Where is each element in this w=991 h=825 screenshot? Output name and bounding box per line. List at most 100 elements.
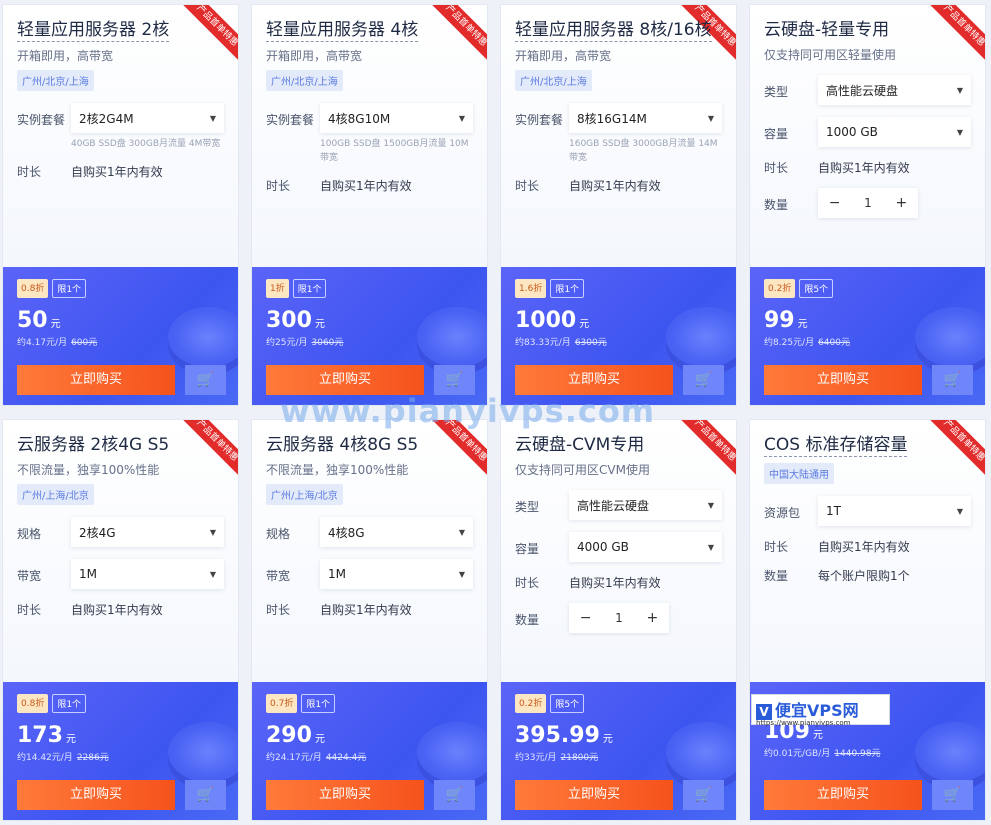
product-card: 产品首单特惠 COS 标准存储容量 中国大陆通用 资源包 1T ▼ 时长 自购买1年内有效 数量… [749,419,986,821]
original-price: 1440.98元 [834,749,881,759]
cart-icon: 🛒 [694,787,713,803]
card-config: 云服务器 2核4G S5 不限流量，独享100%性能 广州/上海/北京 规格 2核4G ▼… [3,420,238,683]
badges: 1.6折 限1个 [515,279,724,298]
config-select[interactable]: 2核2G4M ▼ [71,103,224,133]
config-select[interactable]: 8核16G14M ▼ [569,103,722,133]
config-description: 40GB SSD盘 300GB月流量 4M带宽 [71,139,221,149]
add-to-cart-button[interactable]: 🛒 [434,780,475,810]
limit-badge: 限5个 [550,694,585,713]
buy-now-button[interactable]: 立即购买 [266,365,424,395]
add-to-cart-button[interactable]: 🛒 [185,365,226,395]
watermark-text: www.pianyivps.com [280,392,656,430]
cart-icon: 🛒 [943,787,962,803]
config-select[interactable]: 4核8G ▼ [320,517,473,547]
region-tag: 中国大陆通用 [764,463,834,484]
action-buttons: 立即购买 🛒 [266,365,475,395]
select-value: 1M [328,567,346,581]
badges: 0.8折 限1个 [17,279,226,298]
add-to-cart-button[interactable]: 🛒 [185,780,226,810]
discount-badge: 0.8折 [17,279,49,298]
select-value: 2核4G [79,525,116,540]
decor-disc-graphic [666,307,736,367]
config-label: 数量 [764,198,789,212]
cart-icon: 🛒 [445,372,464,388]
config-label: 类型 [764,85,789,99]
config-select[interactable]: 4核8G10M ▼ [320,103,473,133]
product-card: 产品首单特惠 轻量应用服务器 2核 开箱即用，高带宽 广州/北京/上海 实例套餐 2核2G… [2,4,239,406]
region-tag: 广州/上海/北京 [266,484,343,505]
region-tag: 广州/北京/上海 [266,70,343,91]
config-select[interactable]: 高性能云硬盘 ▼ [818,75,971,105]
minus-button[interactable]: − [569,610,602,626]
chevron-down-icon: ▼ [458,113,465,123]
config-select[interactable]: 1M ▼ [320,559,473,589]
card-title: 云硬盘-CVM专用 [515,435,645,455]
buy-now-button[interactable]: 立即购买 [17,780,175,810]
quantity-stepper: −1 + [818,188,918,218]
buy-now-button[interactable]: 立即购买 [515,780,673,810]
config-row: 时长 自购买1年内有效 [17,601,224,618]
quantity-value[interactable]: 1 [851,196,884,210]
add-to-cart-button[interactable]: 🛒 [434,365,475,395]
decor-disc-graphic [417,307,487,367]
logo-mark-icon: V [756,704,772,720]
original-price: 21800元 [560,753,599,763]
limit-badge: 限1个 [292,279,327,298]
chevron-down-icon: ▼ [707,113,714,123]
chevron-down-icon: ▼ [458,569,465,579]
config-select[interactable]: 4000 GB ▼ [569,532,722,562]
buy-now-button[interactable]: 立即购买 [17,365,175,395]
minus-button[interactable]: − [818,195,851,211]
config-row: 数量 −1 + [515,603,722,633]
config-label: 时长 [764,540,789,554]
product-card: 产品首单特惠 云硬盘-轻量专用 仅支持同可用区轻量使用 类型 高性能云硬盘 ▼ 容量 1000… [749,4,986,406]
cart-icon: 🛒 [445,787,464,803]
card-config: COS 标准存储容量 中国大陆通用 资源包 1T ▼ 时长 自购买1年内有效 数量 每个账户限购… [750,420,985,683]
decor-disc-graphic [915,722,985,782]
config-select[interactable]: 1M ▼ [71,559,224,589]
quantity-value[interactable]: 1 [602,611,635,625]
add-to-cart-button[interactable]: 🛒 [932,365,973,395]
price-unit: 元 [812,730,823,741]
badges: 1折 限1个 [266,279,475,298]
decor-disc-graphic [666,722,736,782]
config-label: 数量 [515,613,540,627]
discount-badge: 0.7折 [266,694,298,713]
add-to-cart-button[interactable]: 🛒 [932,780,973,810]
quantity-stepper: −1 + [569,603,669,633]
select-value: 1M [79,567,97,581]
card-subtitle: 不限流量，独享100%性能 [17,463,160,477]
select-value: 8核16G14M [577,111,647,126]
card-subtitle: 不限流量，独享100%性能 [266,463,409,477]
add-to-cart-button[interactable]: 🛒 [683,365,724,395]
price-value: 1000 [515,308,577,333]
card-config: 云服务器 4核8G S5 不限流量，独享100%性能 广州/上海/北京 规格 4核8G ▼… [252,420,487,683]
plus-button[interactable]: + [885,195,918,211]
config-row: 数量 每个账户限购1个 [764,567,971,584]
config-select[interactable]: 高性能云硬盘 ▼ [569,490,722,520]
decor-disc-graphic [915,307,985,367]
buy-now-button[interactable]: 立即购买 [764,365,922,395]
config-label: 资源包 [764,506,801,520]
original-price: 6400元 [818,338,850,348]
action-buttons: 立即购买 🛒 [764,780,973,810]
config-select[interactable]: 1000 GB ▼ [818,117,971,147]
config-label: 实例套餐 [266,113,315,127]
add-to-cart-button[interactable]: 🛒 [683,780,724,810]
buy-now-button[interactable]: 立即购买 [266,780,424,810]
original-price: 600元 [71,338,98,348]
config-select[interactable]: 1T ▼ [818,496,971,526]
config-row: 容量 4000 GB ▼ [515,532,722,562]
buy-now-button[interactable]: 立即购买 [764,780,922,810]
discount-badge: 0.2折 [515,694,547,713]
config-select[interactable]: 2核4G ▼ [71,517,224,547]
config-row: 时长 自购买1年内有效 [764,538,971,555]
card-subtitle: 仅支持同可用区CVM使用 [515,463,650,477]
price-unit: 元 [65,734,76,745]
buy-now-button[interactable]: 立即购买 [515,365,673,395]
config-label: 时长 [266,603,291,617]
monthly-price: 约25元/月 [266,338,308,348]
card-config: 云硬盘-CVM专用 仅支持同可用区CVM使用 类型 高性能云硬盘 ▼ 容量 4000 GB ▼… [501,420,736,683]
chevron-down-icon: ▼ [707,542,714,552]
plus-button[interactable]: + [636,610,669,626]
